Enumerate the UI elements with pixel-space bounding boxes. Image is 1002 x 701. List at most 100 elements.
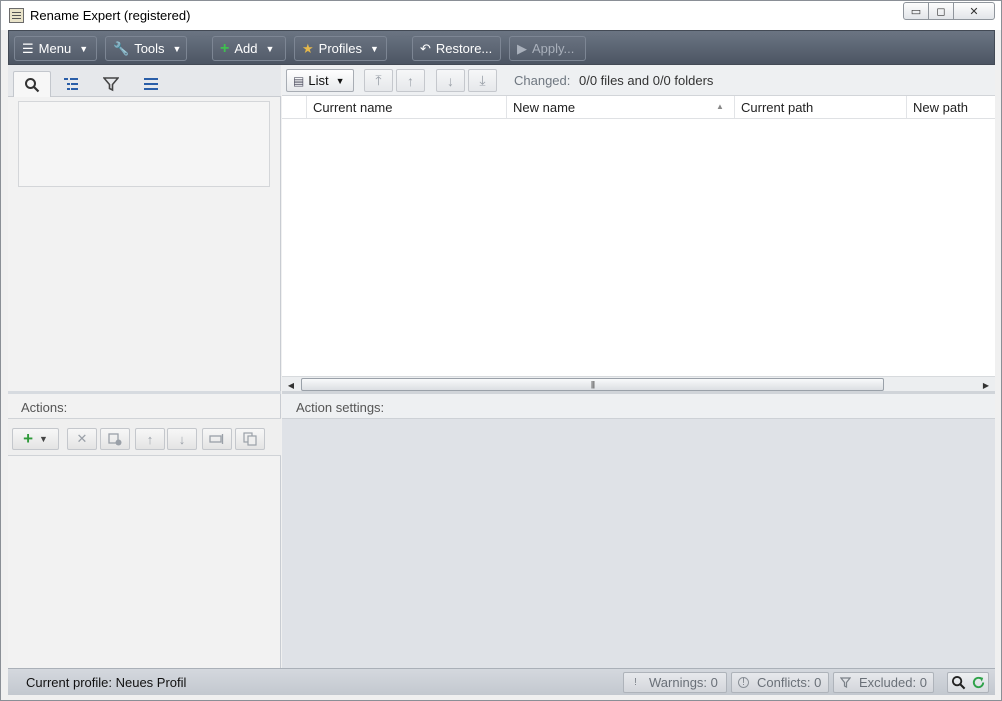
- close-button[interactable]: ✕: [953, 2, 995, 20]
- search-refresh-button[interactable]: [947, 672, 989, 693]
- rename-icon: [209, 434, 224, 444]
- action-settings-panel: Action settings:: [282, 394, 995, 668]
- apply-button[interactable]: ▶ Apply...: [509, 36, 586, 61]
- conflicts-count: Conflicts: 0: [757, 675, 822, 690]
- chevron-down-icon: ▼: [265, 43, 275, 54]
- scroll-right-icon[interactable]: ▶: [978, 378, 994, 392]
- menu-label: Menu: [38, 41, 72, 56]
- minimize-button[interactable]: ▭: [903, 2, 929, 20]
- tab-search[interactable]: [13, 71, 51, 97]
- filter-icon: [103, 77, 119, 92]
- profiles-label: Profiles: [318, 41, 363, 56]
- excluded-count: Excluded: 0: [859, 675, 927, 690]
- current-profile: Current profile: Neues Profil: [26, 675, 187, 690]
- title-bar: Rename Expert (registered) ▭ ◻ ✕: [1, 1, 1001, 30]
- action-settings-label: Action settings:: [296, 400, 385, 415]
- chevron-down-icon: ▼: [39, 434, 48, 444]
- file-grid-body[interactable]: [282, 119, 995, 375]
- tab-filter[interactable]: [92, 71, 130, 97]
- view-mode-button[interactable]: ▤ List ▼: [286, 69, 354, 92]
- arrow-up-icon: ↑: [407, 72, 414, 89]
- grip-icon: |||: [590, 380, 595, 389]
- warnings-count: Warnings: 0: [649, 675, 718, 690]
- conflict-icon: !: [738, 677, 749, 688]
- search-icon: [951, 675, 965, 690]
- star-icon: ★: [302, 40, 314, 56]
- warning-icon: !: [634, 677, 637, 688]
- app-window: Rename Expert (registered) ▭ ◻ ✕ ☰ Menu …: [0, 0, 1002, 701]
- arrow-bottom-icon: ⤓: [479, 72, 486, 88]
- action-settings-header: Action settings:: [282, 394, 995, 419]
- copy-action-button[interactable]: [235, 428, 265, 450]
- tools-label: Tools: [134, 41, 165, 56]
- plus-icon: +: [220, 39, 230, 57]
- excluded-button[interactable]: Excluded: 0: [833, 672, 934, 693]
- move-up-button[interactable]: ↑: [396, 69, 425, 92]
- warnings-button[interactable]: ! Warnings: 0: [623, 672, 727, 693]
- list-icon: [144, 78, 158, 90]
- plus-icon: +: [23, 429, 33, 448]
- delete-action-button[interactable]: ✕: [67, 428, 97, 450]
- tools-button[interactable]: 🔧 Tools ▼: [105, 36, 187, 61]
- search-icon: [25, 77, 40, 92]
- move-down-button[interactable]: ↓: [436, 69, 465, 92]
- wrench-icon: 🔧: [113, 40, 130, 56]
- play-icon: ▶: [517, 40, 527, 56]
- app-icon: [9, 8, 24, 23]
- conflicts-button[interactable]: ! Conflicts: 0: [731, 672, 829, 693]
- restore-label: Restore...: [435, 41, 493, 56]
- tab-list[interactable]: [132, 71, 170, 97]
- add-button[interactable]: + Add ▼: [212, 36, 286, 61]
- main-toolbar: ☰ Menu ▼ 🔧 Tools ▼ + Add ▼ ★ Profiles ▼ …: [8, 30, 995, 65]
- changed-label: Changed:: [514, 73, 571, 88]
- hamburger-icon: ☰: [22, 40, 34, 56]
- chevron-down-icon: ▼: [172, 43, 182, 54]
- filter-icon: [840, 677, 851, 688]
- left-filter-panel: [8, 65, 281, 391]
- left-tab-bar: [8, 65, 281, 97]
- actions-toolbar: + ▼ ✕ ↑ ↓: [8, 418, 281, 456]
- scrollbar-thumb[interactable]: |||: [301, 378, 884, 391]
- add-action-button[interactable]: + ▼: [12, 428, 59, 450]
- column-current-path[interactable]: Current path: [734, 96, 906, 118]
- rename-action-button[interactable]: [202, 428, 232, 450]
- clear-actions-button[interactable]: [100, 428, 130, 450]
- arrow-up-icon: ↑: [146, 431, 154, 447]
- move-top-button[interactable]: ⤒: [364, 69, 393, 92]
- menu-button[interactable]: ☰ Menu ▼: [14, 36, 97, 61]
- search-area[interactable]: [18, 101, 270, 187]
- file-grid-header: Current name New name ▲ Current path New…: [282, 96, 995, 119]
- column-new-path[interactable]: New path: [906, 96, 995, 118]
- changed-count: 0/0 files and 0/0 folders: [579, 73, 714, 88]
- chevron-down-icon: ▼: [370, 43, 379, 54]
- copy-icon: [243, 432, 257, 446]
- tree-list-icon: [64, 78, 78, 90]
- file-list-toolbar: ▤ List ▼ ⤒ ↑ ↓ ⤓ Changed: 0/0 files and …: [282, 65, 995, 96]
- move-action-up-button[interactable]: ↑: [135, 428, 165, 450]
- undo-icon: ↶: [420, 40, 431, 56]
- scroll-left-icon[interactable]: ◀: [283, 378, 299, 392]
- column-current-name[interactable]: Current name: [306, 96, 506, 118]
- list-view-icon: ▤: [293, 73, 305, 88]
- move-bottom-button[interactable]: ⤓: [468, 69, 497, 92]
- add-label: Add: [234, 41, 258, 56]
- restore-action-button[interactable]: ↶ Restore...: [412, 36, 501, 61]
- window-title: Rename Expert (registered): [30, 8, 191, 23]
- file-list-panel: ▤ List ▼ ⤒ ↑ ↓ ⤓ Changed: 0/0 files and …: [282, 65, 995, 392]
- column-new-name[interactable]: New name: [506, 96, 707, 118]
- restore-button[interactable]: ◻: [928, 2, 954, 20]
- move-action-down-button[interactable]: ↓: [167, 428, 197, 450]
- apply-label: Apply...: [532, 41, 575, 56]
- horizontal-scrollbar[interactable]: ◀ ||| ▶: [282, 376, 995, 392]
- window-controls: ▭ ◻ ✕: [903, 2, 995, 20]
- status-bar: Current profile: Neues Profil ! Warnings…: [8, 668, 995, 695]
- chevron-down-icon: ▼: [79, 43, 89, 54]
- tab-tree[interactable]: [52, 71, 90, 97]
- actions-label: Actions:: [21, 400, 68, 415]
- arrow-down-icon: ↓: [178, 431, 186, 447]
- sort-ascending-icon: ▲: [716, 102, 724, 111]
- view-mode-label: List: [308, 73, 329, 88]
- actions-panel: Actions: + ▼ ✕ ↑ ↓: [8, 394, 281, 668]
- clear-list-icon: [108, 433, 122, 446]
- profiles-button[interactable]: ★ Profiles ▼: [294, 36, 387, 61]
